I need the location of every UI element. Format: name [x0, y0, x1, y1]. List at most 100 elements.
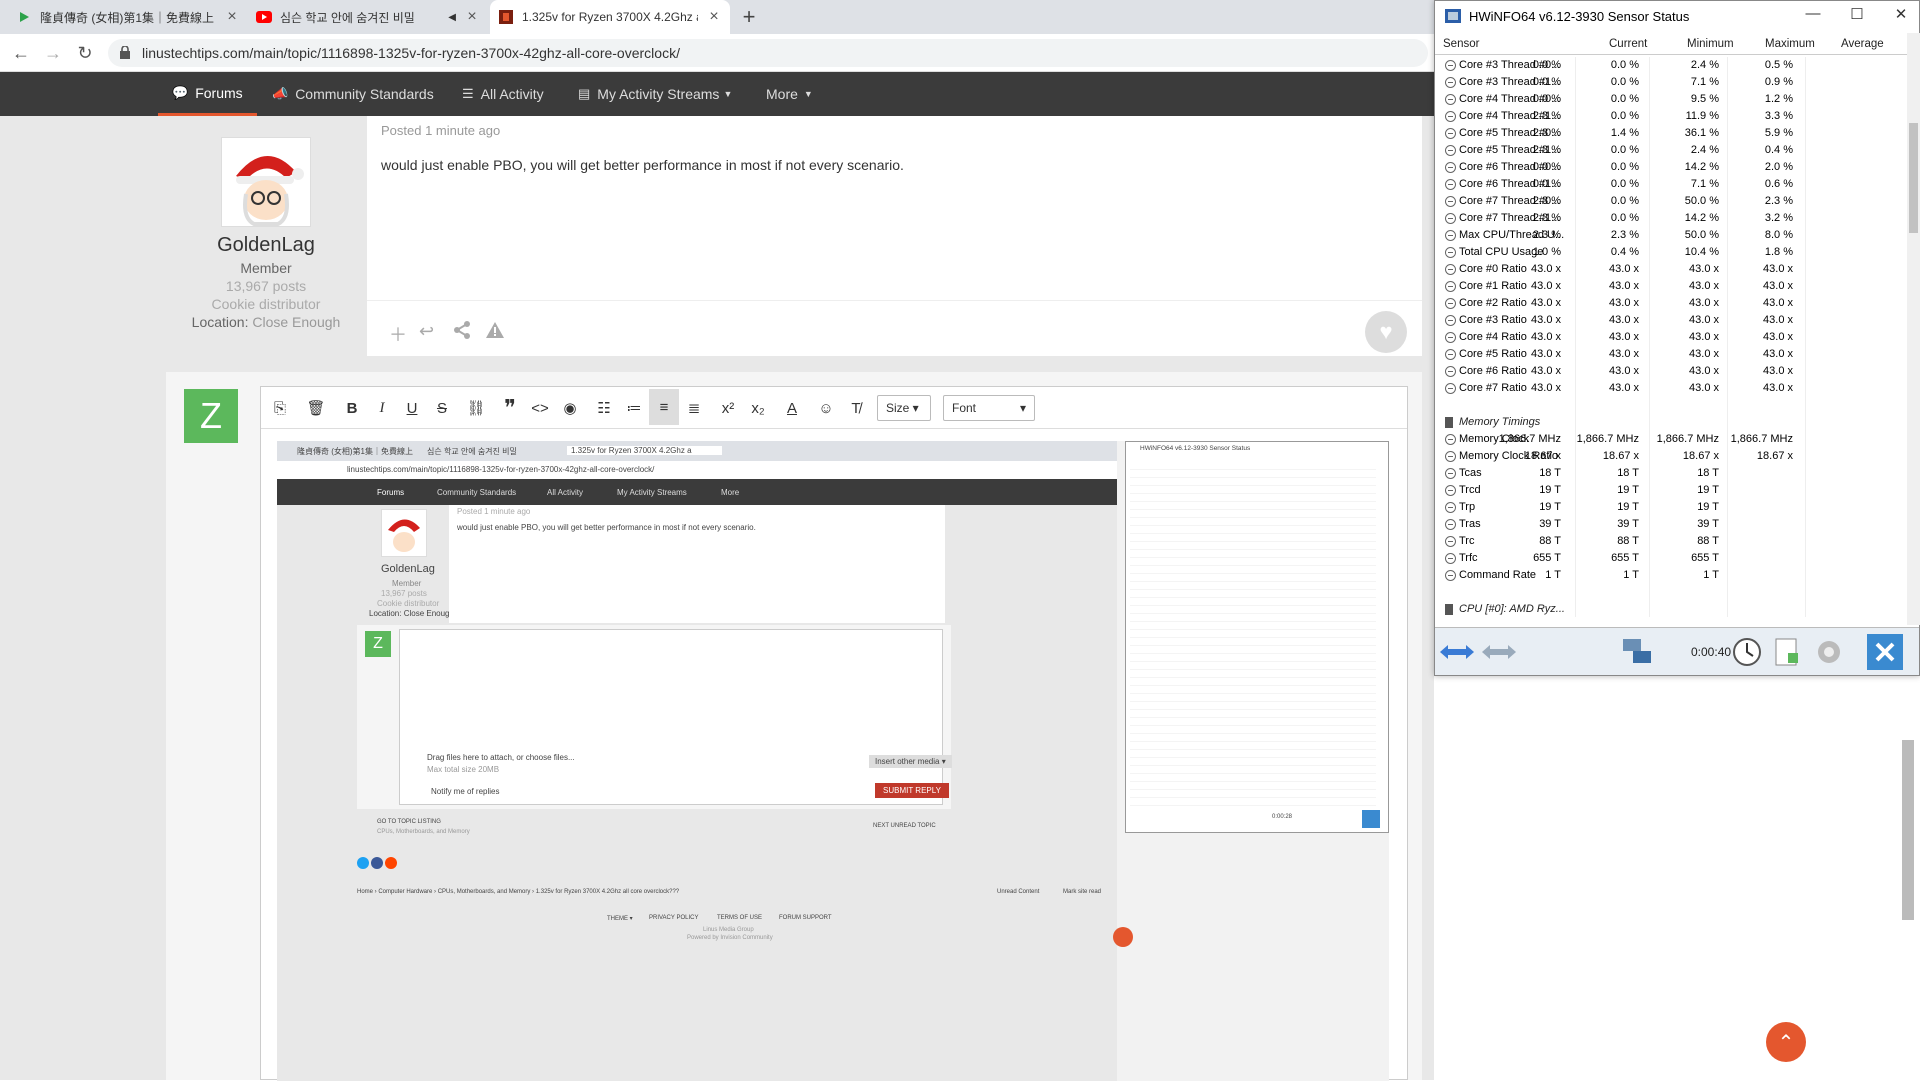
browser-tab-3[interactable]: 1.325v for Ryzen 3700X 4.2Ghz a ×	[490, 0, 730, 34]
maximize-button[interactable]: ☐	[1837, 5, 1877, 27]
nav-more[interactable]: More ▼	[766, 72, 813, 116]
trash-icon[interactable]: 🗑	[301, 395, 331, 421]
size-select[interactable]: Size ▾	[877, 395, 931, 421]
sensor-row[interactable]: Memory Clock 1,866.7 MHz 1,866.7 MHz 1,866.…	[1435, 431, 1907, 448]
sensor-row[interactable]: Core #6 Thread #1... 0.0 % 0.0 % 7.1 % 0.6 %	[1435, 176, 1907, 193]
clock-icon[interactable]	[1729, 634, 1765, 670]
clear-format-icon[interactable]: T̸	[841, 395, 871, 421]
col-sensor[interactable]: Sensor	[1443, 38, 1479, 50]
code-icon[interactable]: <>	[525, 395, 555, 421]
close-sensors-button[interactable]	[1867, 634, 1903, 670]
page-scrollbar[interactable]	[1902, 740, 1914, 920]
new-tab-button[interactable]: +	[736, 4, 762, 30]
sensor-row[interactable]: Trp 19 T 19 T 19 T	[1435, 499, 1907, 516]
nav-all-activity[interactable]: ☰ All Activity	[462, 72, 544, 116]
scroll-thumb[interactable]	[1909, 123, 1918, 233]
nav-community-standards[interactable]: 📣 Community Standards	[272, 72, 434, 116]
sensor-row[interactable]: Trcd 19 T 19 T 19 T	[1435, 482, 1907, 499]
chip-icon	[1445, 604, 1453, 615]
reload-icon[interactable]: ↻	[72, 40, 98, 66]
sensor-row[interactable]: Max CPU/Thread U... 2.3 % 2.3 % 50.0 % 8.0 %	[1435, 227, 1907, 244]
sensor-row[interactable]: Core #0 Ratio 43.0 x 43.0 x 43.0 x 43.0 x	[1435, 261, 1907, 278]
quote-reply-icon[interactable]: ↩	[419, 321, 434, 342]
col-maximum[interactable]: Maximum	[1765, 38, 1815, 50]
numbered-list-icon[interactable]: ≔	[619, 395, 649, 421]
bullet-list-icon[interactable]: ☷	[589, 395, 619, 421]
link-icon[interactable]: ⛓	[461, 395, 491, 421]
author-name[interactable]: GoldenLag	[166, 234, 366, 257]
preview-icon[interactable]: ⎘	[265, 395, 295, 421]
nav-my-activity-streams[interactable]: ▤ My Activity Streams ▼	[578, 72, 732, 116]
arrows-collapse-icon[interactable]	[1481, 634, 1517, 670]
sensor-row[interactable]: Command Rate 1 T1 T1 T	[1435, 567, 1907, 584]
sensor-group-header[interactable]: CPU [#0]: AMD Ryz...	[1435, 601, 1907, 617]
avatar[interactable]	[221, 137, 311, 227]
sensor-row[interactable]: Core #3 Ratio 43.0 x 43.0 x 43.0 x 43.0 x	[1435, 312, 1907, 329]
align-left-icon[interactable]: ≡	[649, 389, 679, 425]
col-current[interactable]: Current	[1609, 38, 1647, 50]
spoiler-icon[interactable]: ◉	[555, 395, 585, 421]
sensor-row[interactable]: Memory Clock Ratio 18.67 x 18.67 x 18.67 x1…	[1435, 448, 1907, 465]
sensor-row[interactable]: Core #5 Thread #0... 2.3 % 1.4 % 36.1 % 5.9 …	[1435, 125, 1907, 142]
sensor-row[interactable]: Trfc 655 T 655 T 655 T	[1435, 550, 1907, 567]
minimize-button[interactable]: —	[1793, 5, 1833, 27]
network-icon[interactable]	[1619, 634, 1655, 670]
text-color-icon[interactable]: A	[777, 395, 807, 421]
post-timestamp[interactable]: Posted 1 minute ago	[381, 123, 500, 138]
sensor-row[interactable]: Tras 39 T 39 T 39 T	[1435, 516, 1907, 533]
sensor-group-header[interactable]: Memory Timings	[1435, 414, 1907, 431]
forward-icon[interactable]: →	[40, 40, 66, 66]
sensor-row[interactable]: Core #5 Thread #1... 2.3 % 0.0 % 2.4 % 0.4 %	[1435, 142, 1907, 159]
sensor-row[interactable]: Core #3 Thread #0... 0.0 % 0.0 % 2.4 % 0.5 %	[1435, 57, 1907, 74]
like-button[interactable]: ♥	[1365, 311, 1407, 353]
bold-icon[interactable]: B	[337, 395, 367, 421]
sensor-row[interactable]: Core #2 Ratio 43.0 x 43.0 x 43.0 x 43.0 x	[1435, 295, 1907, 312]
col-minimum[interactable]: Minimum	[1687, 38, 1734, 50]
subscript-icon[interactable]: x₂	[743, 395, 773, 421]
sensor-row[interactable]: Core #4 Ratio 43.0 x 43.0 x 43.0 x 43.0 x	[1435, 329, 1907, 346]
sensor-row[interactable]: Core #3 Thread #1... 0.0 % 0.0 % 7.1 % 0.9 %	[1435, 74, 1907, 91]
report-icon[interactable]	[485, 321, 505, 339]
settings-gear-icon[interactable]	[1811, 634, 1847, 670]
sensor-row[interactable]: Core #6 Ratio 43.0 x 43.0 x 43.0 x 43.0 x	[1435, 363, 1907, 380]
sensor-average: 2.3 %	[1764, 195, 1793, 207]
sensor-row[interactable]: Core #7 Thread #0... 2.3 % 0.0 % 50.0 % 2.3 …	[1435, 193, 1907, 210]
sensor-row[interactable]: Core #6 Thread #0... 0.0 % 0.0 % 14.2 % 2.0 …	[1435, 159, 1907, 176]
col-average[interactable]: Average	[1841, 38, 1884, 50]
close-button[interactable]: ✕	[1881, 5, 1920, 27]
sensor-row[interactable]: Total CPU Usage 1.0 % 0.4 % 10.4 % 1.8 %	[1435, 244, 1907, 261]
sensor-row[interactable]: Core #5 Ratio 43.0 x 43.0 x 43.0 x 43.0 x	[1435, 346, 1907, 363]
back-icon[interactable]: ←	[8, 40, 34, 66]
nav-forums[interactable]: 💬 Forums	[158, 72, 257, 116]
underline-icon[interactable]: U	[397, 395, 427, 421]
browser-tab-1[interactable]: 隆貞傳奇 (女相)第1集｜免費線上 ×	[8, 0, 248, 34]
share-icon[interactable]	[453, 321, 471, 339]
strikethrough-icon[interactable]: S	[427, 395, 457, 421]
superscript-icon[interactable]: x²	[713, 395, 743, 421]
plus-icon[interactable]: ＋	[389, 321, 407, 347]
sensor-row[interactable]: Trc 88 T 88 T 88 T	[1435, 533, 1907, 550]
sensor-row[interactable]: Core #1 Ratio 43.0 x 43.0 x 43.0 x 43.0 x	[1435, 278, 1907, 295]
font-select[interactable]: Font ▾	[943, 395, 1035, 421]
log-file-icon[interactable]	[1769, 634, 1805, 670]
arrows-left-right-icon[interactable]	[1439, 634, 1475, 670]
sensor-row[interactable]: Core #7 Thread #1... 2.3 % 0.0 % 14.2 % 3.2 …	[1435, 210, 1907, 227]
align-center-icon[interactable]: ≣	[679, 395, 709, 421]
reply-editor[interactable]: ⎘ 🗑 B I U S ⛓ ❞ <> ◉ ☷ ≔ ≡ ≣ x² x₂ A ☺ T…	[260, 386, 1408, 1081]
close-icon[interactable]: ×	[706, 8, 722, 26]
audio-icon[interactable]: ◀	[448, 12, 456, 23]
sensor-row[interactable]: Tcas 18 T 18 T 18 T	[1435, 465, 1907, 482]
close-icon[interactable]: ×	[464, 8, 480, 26]
sensor-row[interactable]: Core #4 Thread #0... 0.0 % 0.0 % 9.5 % 1.2 %	[1435, 91, 1907, 108]
quote-icon[interactable]: ❞	[495, 395, 525, 421]
close-icon[interactable]: ×	[224, 8, 240, 26]
url-bar[interactable]: linustechtips.com/main/topic/1116898-132…	[108, 39, 1428, 67]
emoji-icon[interactable]: ☺	[811, 395, 841, 421]
sensor-row[interactable]: Core #7 Ratio 43.0 x 43.0 x 43.0 x 43.0 x	[1435, 380, 1907, 397]
scroll-to-top-button[interactable]: ⌃	[1766, 1022, 1806, 1062]
italic-icon[interactable]: I	[367, 395, 397, 421]
sensor-row[interactable]: Core #4 Thread #1... 2.3 % 0.0 % 11.9 % 3.3 …	[1435, 108, 1907, 125]
hwinfo-scrollbar[interactable]	[1907, 33, 1920, 625]
browser-tab-2[interactable]: 심슨 학교 안에 숨겨진 비밀 ◀ ×	[248, 0, 488, 34]
hwinfo-sensor-list[interactable]: Core #3 Thread #0... 0.0 % 0.0 % 2.4 % 0.5 %…	[1435, 57, 1907, 617]
